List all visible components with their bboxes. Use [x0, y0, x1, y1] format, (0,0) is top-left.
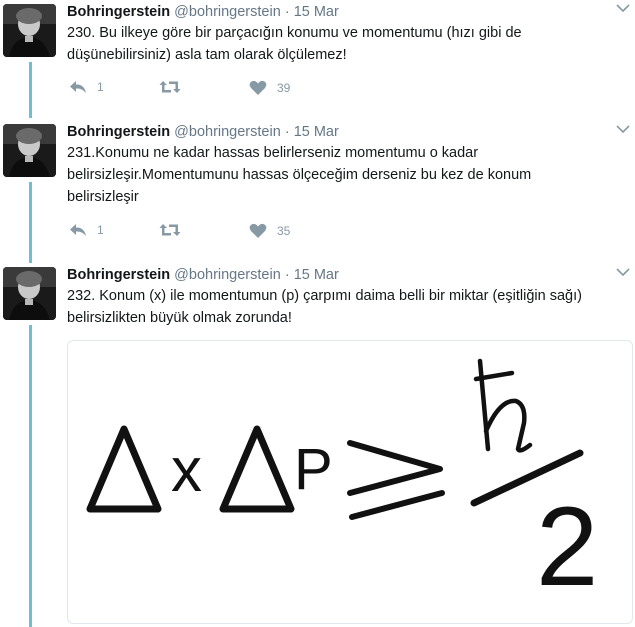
reply-count: 1	[97, 223, 104, 237]
tweet-header: Bohringerstein @bohringerstein · 15 Mar	[67, 267, 339, 283]
delta-x-symbol	[86, 425, 162, 513]
reply-count: 1	[97, 80, 104, 94]
tweet-date[interactable]: 15 Mar	[294, 124, 339, 140]
tweet-text: 230. Bu ilkeye göre bir parçacığın konum…	[67, 25, 522, 63]
tweet-231[interactable]: Bohringerstein @bohringerstein · 15 Mar …	[0, 123, 635, 263]
greater-equal-symbol	[347, 440, 443, 496]
tweet-230[interactable]: Bohringerstein @bohringerstein · 15 Mar …	[0, 0, 635, 118]
tweet-media-image[interactable]: x P 2	[67, 340, 633, 624]
separator-dot: ·	[284, 4, 290, 20]
tweet-text: 231.Konumu ne kadar hassas belirlerseniz…	[67, 145, 532, 205]
h-bar-symbol	[473, 358, 533, 453]
retweet-button[interactable]	[159, 223, 191, 237]
reply-icon	[70, 81, 86, 93]
avatar[interactable]	[3, 267, 56, 320]
chevron-down-icon[interactable]	[615, 2, 631, 14]
heart-icon	[249, 223, 267, 238]
retweet-icon	[159, 81, 181, 93]
user-handle[interactable]: @bohringerstein	[174, 124, 281, 140]
retweet-icon	[159, 224, 181, 236]
display-name[interactable]: Bohringerstein	[67, 4, 170, 20]
separator-dot: ·	[284, 267, 290, 283]
like-count: 39	[277, 81, 291, 95]
tweet-date[interactable]: 15 Mar	[294, 267, 339, 283]
formula-denominator: 2	[536, 484, 598, 609]
thread-line	[29, 62, 32, 118]
tweet-header: Bohringerstein @bohringerstein · 15 Mar	[67, 4, 339, 20]
reply-icon	[70, 224, 86, 236]
delta-p-symbol	[219, 425, 295, 513]
display-name[interactable]: Bohringerstein	[67, 124, 170, 140]
display-name[interactable]: Bohringerstein	[67, 267, 170, 283]
reply-button[interactable]: 1	[69, 80, 104, 94]
retweet-button[interactable]	[159, 80, 191, 94]
separator-dot: ·	[284, 124, 290, 140]
tweet-text: 232. Konum (x) ile momentumun (p) çarpım…	[67, 288, 582, 326]
formula-p: P	[294, 437, 333, 502]
tweet-date[interactable]: 15 Mar	[294, 4, 339, 20]
avatar[interactable]	[3, 124, 56, 177]
reply-button[interactable]: 1	[69, 223, 104, 237]
like-button[interactable]: 39	[249, 80, 290, 96]
like-count: 35	[277, 224, 291, 238]
formula-x: x	[171, 436, 202, 505]
tweet-header: Bohringerstein @bohringerstein · 15 Mar	[67, 124, 339, 140]
user-handle[interactable]: @bohringerstein	[174, 4, 281, 20]
like-button[interactable]: 35	[249, 223, 290, 239]
chevron-down-icon[interactable]	[615, 123, 631, 135]
heart-icon	[249, 80, 267, 95]
chevron-down-icon[interactable]	[615, 266, 631, 278]
thread-line	[29, 182, 32, 263]
thread-line	[29, 325, 32, 627]
user-handle[interactable]: @bohringerstein	[174, 267, 281, 283]
avatar[interactable]	[3, 4, 56, 57]
uncertainty-formula-image: x P 2	[86, 358, 598, 609]
